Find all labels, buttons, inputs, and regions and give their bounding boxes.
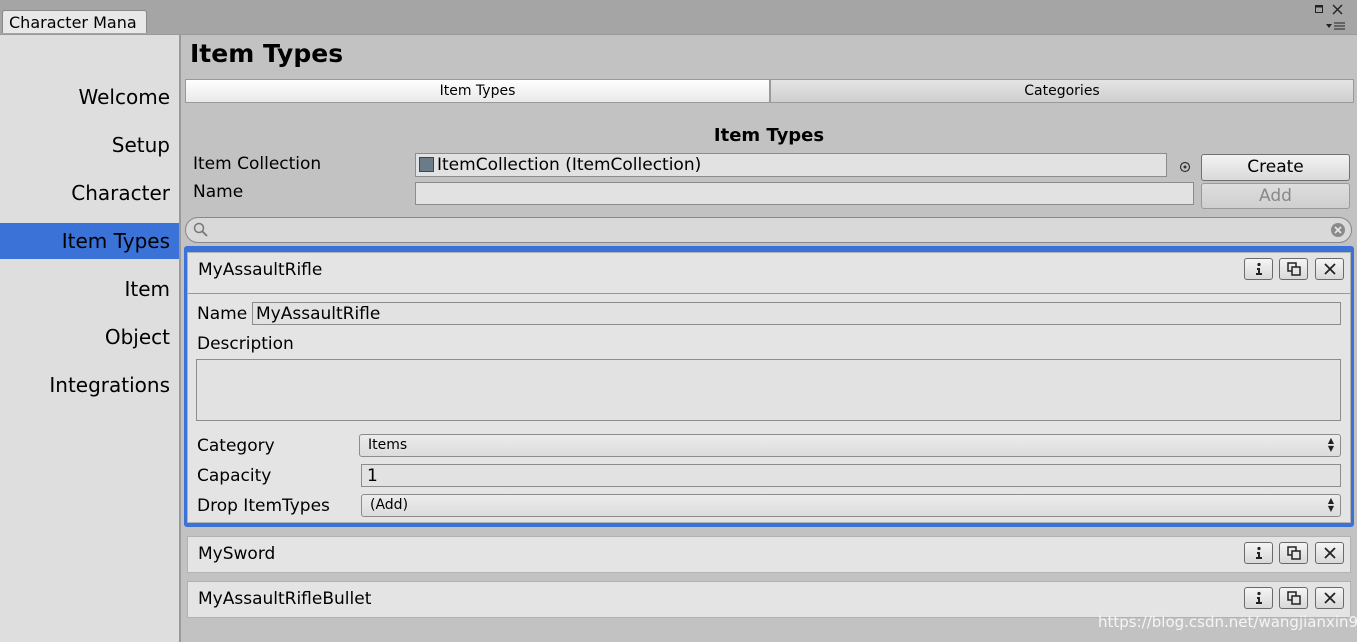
item-title: MyAssaultRifle (198, 260, 323, 280)
move-icon (1256, 591, 1262, 604)
drop-itemtypes-value: (Add) (370, 497, 409, 513)
move-icon (1256, 262, 1262, 275)
sidebar-item-item[interactable]: Item (0, 271, 179, 307)
item-card-header[interactable]: MyAssaultRifle (188, 253, 1350, 294)
sidebar-item-character[interactable]: Character (0, 175, 179, 211)
remove-button[interactable] (1315, 587, 1344, 609)
category-value: Items (368, 437, 408, 453)
remove-icon (1324, 592, 1336, 604)
sidebar-item-integrations[interactable]: Integrations (0, 367, 179, 403)
duplicate-button[interactable] (1279, 542, 1308, 564)
capacity-input[interactable]: 1 (361, 464, 1341, 487)
item-card-myassaultrifle[interactable]: MyAssaultRifle Name MyAssaultRifle Descr… (187, 252, 1351, 523)
move-button[interactable] (1244, 542, 1273, 564)
name-input[interactable] (415, 182, 1194, 205)
search-input[interactable] (214, 220, 1318, 242)
tab-item-types[interactable]: Item Types (185, 79, 770, 103)
item-collection-label: Item Collection (193, 154, 322, 174)
asset-icon (419, 157, 434, 172)
drop-itemtypes-label: Drop ItemTypes (197, 496, 330, 516)
duplicate-button[interactable] (1279, 258, 1308, 280)
add-button[interactable]: Add (1201, 183, 1350, 209)
watermark: https://blog.csdn.net/wangjianxin97 (1098, 613, 1357, 631)
window-maximize-icon[interactable] (1315, 5, 1324, 16)
object-picker-icon[interactable] (1179, 158, 1191, 177)
name-label: Name (193, 182, 244, 202)
window-tab[interactable]: Character Mana (2, 10, 147, 33)
description-input[interactable] (196, 359, 1341, 421)
search-icon (193, 222, 209, 242)
item-name-input[interactable]: MyAssaultRifle (252, 302, 1341, 325)
remove-button[interactable] (1315, 542, 1344, 564)
item-collection-value: ItemCollection (ItemCollection) (437, 155, 702, 175)
item-title: MyAssaultRifleBullet (198, 589, 372, 609)
category-dropdown[interactable]: Items ▲ ▼ (359, 434, 1341, 457)
category-label: Category (197, 436, 275, 456)
capacity-label: Capacity (197, 466, 272, 486)
clear-search-icon[interactable] (1330, 222, 1346, 242)
item-title: MySword (198, 544, 276, 564)
item-name-label: Name (197, 304, 248, 324)
sidebar-item-object[interactable]: Object (0, 319, 179, 355)
section-title: Item Types (713, 125, 825, 146)
search-bar[interactable] (185, 217, 1352, 243)
window-titlebar: Character Mana (0, 0, 1357, 35)
description-label: Description (197, 334, 294, 354)
sidebar-item-setup[interactable]: Setup (0, 127, 179, 163)
sidebar: Welcome Setup Character Item Types Item … (0, 35, 181, 642)
dropdown-arrows-icon: ▲ ▼ (1327, 496, 1334, 513)
drop-itemtypes-dropdown[interactable]: (Add) ▲ ▼ (361, 494, 1341, 517)
move-button[interactable] (1244, 587, 1273, 609)
duplicate-icon (1287, 546, 1301, 560)
tab-categories[interactable]: Categories (770, 79, 1354, 103)
move-icon (1256, 546, 1262, 559)
duplicate-button[interactable] (1279, 587, 1308, 609)
duplicate-icon (1287, 262, 1301, 276)
window-close-icon[interactable] (1332, 4, 1343, 17)
main-panel: Item Types Item Types Categories Item Ty… (181, 35, 1357, 642)
duplicate-icon (1287, 591, 1301, 605)
remove-icon (1324, 547, 1336, 559)
item-card-mysword[interactable]: MySword (187, 536, 1351, 573)
create-button[interactable]: Create (1201, 154, 1350, 181)
window-menu-icon[interactable] (1325, 21, 1347, 33)
page-title: Item Types (190, 39, 344, 68)
sidebar-item-welcome[interactable]: Welcome (0, 79, 179, 115)
sidebar-item-item-types[interactable]: Item Types (0, 223, 179, 259)
dropdown-arrows-icon: ▲ ▼ (1327, 436, 1334, 453)
remove-icon (1324, 263, 1336, 275)
move-button[interactable] (1244, 258, 1273, 280)
remove-button[interactable] (1315, 258, 1344, 280)
item-collection-field[interactable]: ItemCollection (ItemCollection) (415, 153, 1167, 177)
